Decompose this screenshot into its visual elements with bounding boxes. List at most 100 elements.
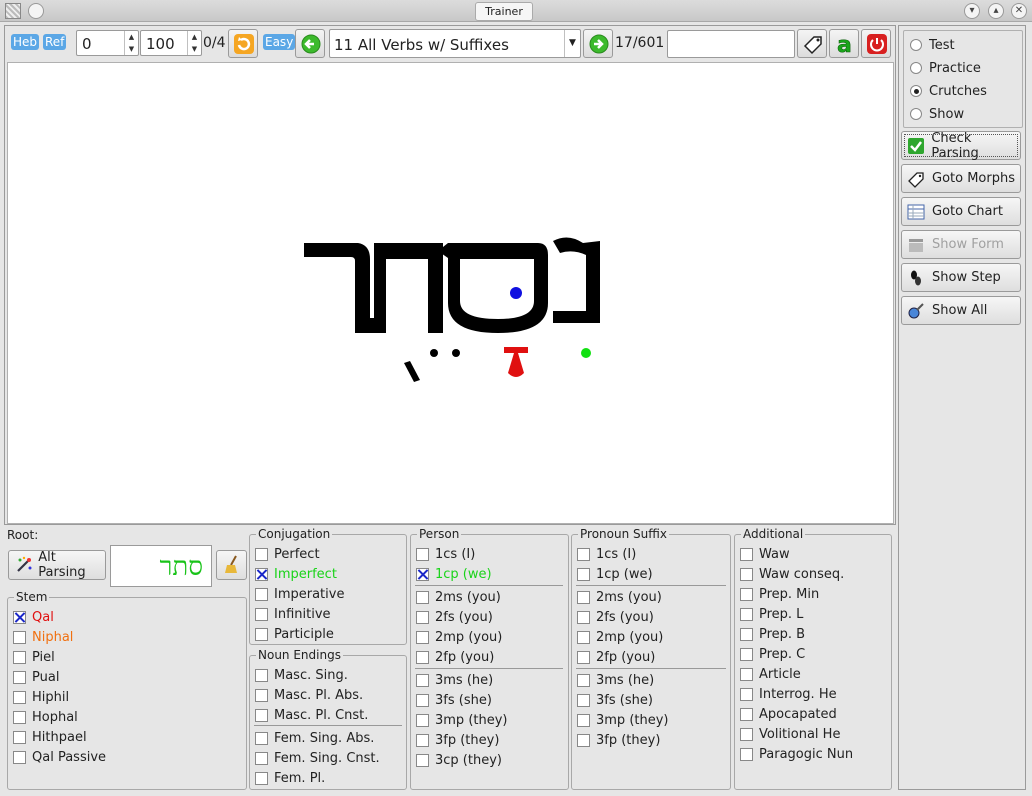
checkbox[interactable] (255, 668, 268, 682)
checkbox[interactable] (13, 750, 26, 764)
radio-practice[interactable] (910, 62, 922, 74)
maximize-icon[interactable]: ▴ (988, 3, 1004, 19)
stem-hophal[interactable]: Hophal (13, 708, 78, 726)
checkbox[interactable] (255, 547, 268, 561)
checkbox[interactable] (416, 590, 429, 604)
close-icon[interactable]: ✕ (1011, 3, 1027, 19)
mode-practice[interactable]: Practice (910, 58, 981, 78)
checkbox[interactable] (255, 731, 268, 745)
person-3cp-they[interactable]: 3cp (they) (416, 751, 502, 769)
checkbox[interactable] (740, 707, 753, 721)
checkbox[interactable] (13, 610, 26, 624)
person-2fs-you[interactable]: 2fs (you) (416, 608, 493, 626)
additional-waw[interactable]: Waw (740, 545, 790, 563)
checkbox[interactable] (416, 567, 429, 581)
minimize-icon[interactable]: ▾ (964, 3, 980, 19)
suffix-3ms-he[interactable]: 3ms (he) (577, 671, 654, 689)
person-1cp-we[interactable]: 1cp (we) (416, 565, 492, 583)
spin-arrows-icon[interactable]: ▲ ▼ (124, 31, 138, 55)
checkbox[interactable] (577, 733, 590, 747)
suffix-2ms-you[interactable]: 2ms (you) (577, 588, 662, 606)
window-menu-icon[interactable] (5, 3, 21, 19)
checkbox[interactable] (255, 708, 268, 722)
checkbox[interactable] (255, 627, 268, 641)
radio-crutches[interactable] (910, 85, 922, 97)
checkbox[interactable] (740, 627, 753, 641)
additional-paragogic-nun[interactable]: Paragogic Nun (740, 745, 853, 763)
checkbox[interactable] (416, 547, 429, 561)
noun-ending-masc-pl-abs[interactable]: Masc. Pl. Abs. (255, 686, 363, 704)
checkbox[interactable] (13, 670, 26, 684)
person-2mp-you[interactable]: 2mp (you) (416, 628, 502, 646)
noun-ending-masc-sing[interactable]: Masc. Sing. (255, 666, 348, 684)
additional-article[interactable]: Article (740, 665, 801, 683)
checkbox[interactable] (577, 713, 590, 727)
power-button[interactable] (861, 29, 891, 58)
additional-prep-b[interactable]: Prep. B (740, 625, 805, 643)
checkbox[interactable] (416, 693, 429, 707)
additional-prep-l[interactable]: Prep. L (740, 605, 803, 623)
checkbox[interactable] (255, 688, 268, 702)
stem-hithpael[interactable]: Hithpael (13, 728, 87, 746)
previous-button[interactable] (295, 29, 325, 58)
checkbox[interactable] (13, 630, 26, 644)
conjugation-imperfect[interactable]: Imperfect (255, 565, 337, 583)
suffix-1cp-we[interactable]: 1cp (we) (577, 565, 653, 583)
checkbox[interactable] (255, 567, 268, 581)
suffix-3fp-they[interactable]: 3fp (they) (577, 731, 660, 749)
noun-ending-fem-sing-cnst[interactable]: Fem. Sing. Cnst. (255, 749, 380, 767)
person-3fs-she[interactable]: 3fs (she) (416, 691, 492, 709)
chevron-down-icon[interactable]: ▼ (564, 30, 580, 57)
additional-apocapated[interactable]: Apocapated (740, 705, 837, 723)
checkbox[interactable] (13, 710, 26, 724)
font-button[interactable]: a (829, 29, 859, 58)
checkbox[interactable] (255, 607, 268, 621)
start-spinbox[interactable]: 0 ▲ ▼ (76, 30, 139, 56)
show-step-button[interactable]: Show Step (901, 263, 1021, 292)
checkbox[interactable] (740, 687, 753, 701)
checkbox[interactable] (577, 673, 590, 687)
goto-morphs-button[interactable]: Goto Morphs (901, 164, 1021, 193)
mode-crutches[interactable]: Crutches (910, 81, 987, 101)
checkbox[interactable] (416, 673, 429, 687)
checkbox[interactable] (577, 693, 590, 707)
checkbox[interactable] (255, 771, 268, 785)
end-spinbox[interactable]: 100 ▲ ▼ (140, 30, 202, 56)
person-1cs-i[interactable]: 1cs (I) (416, 545, 475, 563)
stem-piel[interactable]: Piel (13, 648, 55, 666)
suffix-2mp-you[interactable]: 2mp (you) (577, 628, 663, 646)
additional-interrog-he[interactable]: Interrog. He (740, 685, 837, 703)
conjugation-participle[interactable]: Participle (255, 625, 334, 643)
show-form-button[interactable]: Show Form (901, 230, 1021, 259)
checkbox[interactable] (13, 730, 26, 744)
checkbox[interactable] (740, 747, 753, 761)
checkbox[interactable] (740, 667, 753, 681)
goto-chart-button[interactable]: Goto Chart (901, 197, 1021, 226)
checkbox[interactable] (416, 610, 429, 624)
suffix-2fs-you[interactable]: 2fs (you) (577, 608, 654, 626)
stem-pual[interactable]: Pual (13, 668, 59, 686)
next-button[interactable] (583, 29, 613, 58)
checkbox[interactable] (416, 733, 429, 747)
additional-waw-conseq[interactable]: Waw conseq. (740, 565, 844, 583)
heb-toggle[interactable]: Heb (11, 34, 40, 50)
person-2ms-you[interactable]: 2ms (you) (416, 588, 501, 606)
root-input[interactable]: סתר (110, 545, 212, 587)
sticky-button[interactable] (28, 3, 44, 19)
checkbox[interactable] (577, 650, 590, 664)
checkbox[interactable] (416, 753, 429, 767)
checkbox[interactable] (13, 690, 26, 704)
checkbox[interactable] (255, 587, 268, 601)
radio-show[interactable] (910, 108, 922, 120)
radio-test[interactable] (910, 39, 922, 51)
person-3fp-they[interactable]: 3fp (they) (416, 731, 499, 749)
checkbox[interactable] (416, 713, 429, 727)
checkbox[interactable] (577, 567, 590, 581)
mode-show[interactable]: Show (910, 104, 964, 124)
checkbox[interactable] (577, 590, 590, 604)
conjugation-infinitive[interactable]: Infinitive (255, 605, 331, 623)
stem-qal[interactable]: Qal (13, 608, 54, 626)
ref-toggle[interactable]: Ref (43, 34, 67, 50)
clear-button[interactable] (216, 550, 247, 580)
stem-qal-passive[interactable]: Qal Passive (13, 748, 106, 766)
